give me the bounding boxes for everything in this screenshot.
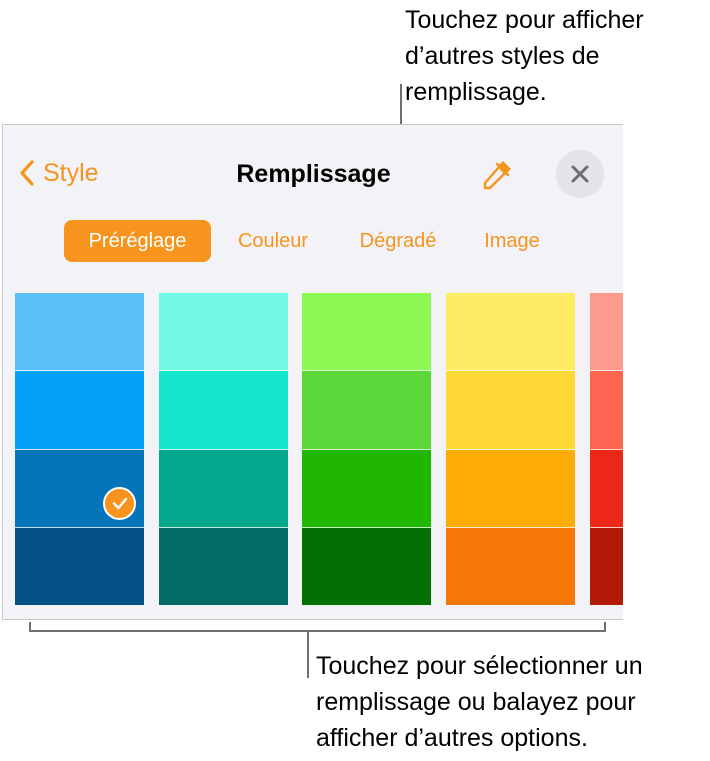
swatch-column-yellow[interactable] [446,293,575,605]
swatch-column-teal[interactable] [159,293,288,605]
swatch-teal-2[interactable] [159,371,288,450]
fill-panel: Style Remplissage Préréglage Couleur Dég… [2,124,623,620]
eyedropper-icon [483,161,511,190]
swatch-green-1[interactable] [302,293,431,372]
swatch-red-3[interactable] [590,449,623,528]
tab-preset[interactable]: Préréglage [64,220,211,262]
swatch-blue-1[interactable] [15,293,144,372]
swatch-red-1[interactable] [590,293,623,372]
swatch-red-2[interactable] [590,371,623,450]
swatch-blue-3[interactable] [15,449,144,528]
swatch-teal-4[interactable] [159,527,288,605]
eyedropper-button[interactable] [477,155,517,195]
back-button-label: Style [43,158,99,187]
swatch-yellow-2[interactable] [446,371,575,450]
swatch-green-4[interactable] [302,527,431,605]
callout-swatches-bracket-left [29,622,31,632]
swatch-green-2[interactable] [302,371,431,450]
swatch-column-green[interactable] [302,293,431,605]
swatch-red-4[interactable] [590,527,623,605]
selected-checkmark-icon [103,486,136,520]
callout-swatches-leader [307,630,309,678]
panel-title: Remplissage [236,160,391,188]
swatch-column-red[interactable] [590,293,623,605]
callout-swatches-bracket [29,630,606,632]
tab-image[interactable]: Image [471,220,553,262]
swatch-green-3[interactable] [302,449,431,528]
swatch-blue-2[interactable] [15,371,144,450]
tab-color[interactable]: Couleur [224,220,322,262]
swatch-teal-1[interactable] [159,293,288,372]
swatch-teal-3[interactable] [159,449,288,528]
swatch-yellow-3[interactable] [446,449,575,528]
callout-swatches-bracket-right [604,622,606,632]
fill-style-tabs: Préréglage Couleur Dégradé Image [3,220,623,264]
close-button[interactable] [556,150,604,198]
swatch-yellow-4[interactable] [446,527,575,605]
callout-tabs-text: Touchez pour afficher d’autres styles de… [405,6,644,106]
preset-swatches [15,293,623,605]
swatch-column-blue[interactable] [15,293,144,605]
swatch-blue-4[interactable] [15,527,144,605]
back-button[interactable]: Style [15,155,99,191]
tab-gradient[interactable]: Dégradé [343,220,453,262]
chevron-left-icon [20,160,34,186]
close-icon [571,165,589,183]
swatch-yellow-1[interactable] [446,293,575,372]
callout-swatches-text: Touchez pour sélectionner un remplissage… [316,652,643,752]
